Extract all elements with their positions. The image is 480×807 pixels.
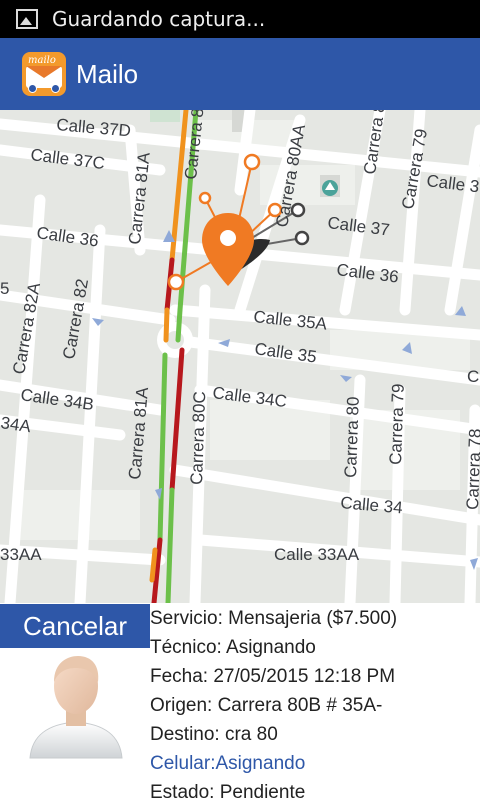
map-canvas: Calle 37D Calle 37C Calle 37 Calle 36 Ca…	[0, 110, 480, 603]
map-label-c: C	[467, 367, 479, 386]
map-label-33aa: 33AA	[0, 545, 42, 564]
map-view[interactable]: Calle 37D Calle 37C Calle 37 Calle 36 Ca…	[0, 110, 480, 603]
map-label-carrera-80: Carrera 80	[341, 396, 363, 478]
service-details: Servicio: Mensajeria ($7.500) Técnico: A…	[150, 604, 480, 807]
technician-line: Técnico: Asignando	[150, 637, 316, 658]
logo-wordmark: mailo	[28, 55, 56, 66]
map-label-5: 5	[0, 279, 9, 298]
map-label-carrera-78: Carrera 78	[463, 428, 480, 510]
app-logo: mailo	[22, 52, 66, 96]
origin-line: Origen: Carrera 80B # 35A-	[150, 695, 383, 716]
app-bar: mailo Mailo	[0, 38, 480, 110]
wheel-icon	[51, 84, 60, 93]
phone-link[interactable]: Celular:Asignando	[150, 749, 480, 778]
app-title: Mailo	[76, 58, 139, 89]
map-label-carrera-80c: Carrera 80C	[187, 391, 209, 485]
wheel-icon	[28, 84, 37, 93]
user-avatar-icon	[29, 656, 123, 759]
map-label-calle-33aa: Calle 33AA	[274, 545, 360, 564]
status-bar: Guardando captura...	[0, 0, 480, 38]
map-label-carrera-79-bottom: Carrera 79	[386, 383, 408, 465]
destination-line: Destino: cra 80	[150, 724, 278, 745]
image-notification-icon	[16, 9, 38, 29]
avatar	[26, 650, 126, 760]
service-line: Servicio: Mensajeria ($7.500)	[150, 608, 398, 629]
notification-text: Guardando captura...	[52, 7, 266, 31]
status-line: Estado: Pendiente	[150, 782, 306, 803]
date-line: Fecha: 27/05/2015 12:18 PM	[150, 666, 396, 687]
cancel-button[interactable]: Cancelar	[0, 604, 150, 648]
